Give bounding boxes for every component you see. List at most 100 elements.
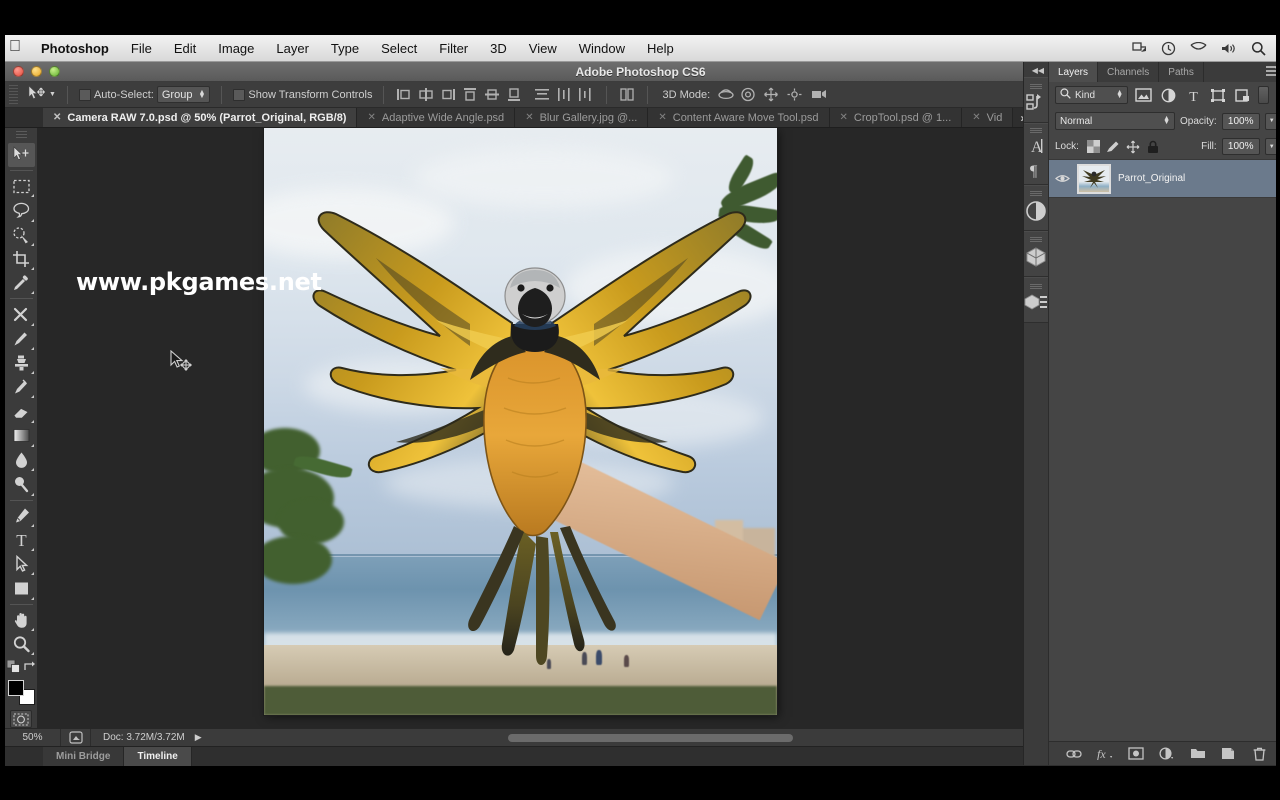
zoom-window-button[interactable] <box>49 66 60 77</box>
close-icon[interactable]: ✕ <box>367 112 375 123</box>
collapse-panels-icon[interactable]: ◀◀ <box>1024 64 1048 77</box>
layer-row-parrot-original[interactable]: Parrot_Original <box>1049 160 1280 198</box>
document-tab-croptool[interactable]: ✕ CropTool.psd @ 1... <box>830 108 963 127</box>
align-horizontal-centers-icon[interactable] <box>418 87 434 102</box>
filter-type-icon[interactable]: T <box>1183 86 1203 104</box>
canvas-hscroll-thumb[interactable] <box>508 734 793 742</box>
distribute-top-icon[interactable] <box>534 87 550 102</box>
blur-tool-icon[interactable] <box>8 448 35 472</box>
hand-tool-icon[interactable] <box>8 608 35 632</box>
active-tool-preset[interactable]: ▼ <box>22 85 61 105</box>
foreground-color-swatch[interactable] <box>8 680 24 696</box>
properties-icon[interactable] <box>1024 293 1048 316</box>
close-icon[interactable]: ✕ <box>840 112 848 123</box>
eye-icon[interactable] <box>1054 173 1070 184</box>
character-icon[interactable]: A <box>1025 137 1047 158</box>
scale-3d-camera-icon[interactable] <box>809 87 825 102</box>
crop-tool-icon[interactable] <box>8 247 35 271</box>
panel-dock-properties[interactable] <box>1024 277 1048 323</box>
menu-item-photoshop[interactable]: Photoshop <box>30 35 120 62</box>
rectangle-tool-icon[interactable] <box>8 576 35 600</box>
tab-mini-bridge[interactable]: Mini Bridge <box>43 747 124 766</box>
document-artboard[interactable] <box>264 128 777 715</box>
volume-icon[interactable] <box>1221 42 1237 55</box>
distribute-vertical-center-icon[interactable] <box>556 87 572 102</box>
pen-tool-icon[interactable] <box>8 504 35 528</box>
filter-pixel-icon[interactable] <box>1133 86 1153 104</box>
filter-toggle-icon[interactable] <box>1258 86 1269 104</box>
rectangular-marquee-tool-icon[interactable] <box>8 174 35 198</box>
history-brush-tool-icon[interactable] <box>8 375 35 399</box>
menu-item-image[interactable]: Image <box>207 35 265 62</box>
panel-dock-3d[interactable] <box>1024 231 1048 277</box>
slide-3d-icon[interactable] <box>786 87 802 102</box>
quick-mask-mode-icon[interactable] <box>10 710 32 728</box>
quick-selection-tool-icon[interactable] <box>8 223 35 247</box>
close-window-button[interactable] <box>13 66 24 77</box>
drag-3d-icon[interactable] <box>763 87 779 102</box>
layer-style-fx-icon[interactable]: fx <box>1096 746 1114 762</box>
document-tab-vid[interactable]: ✕ Vid <box>962 108 1013 127</box>
zoom-tool-icon[interactable] <box>8 632 35 656</box>
layer-filter-kind-dropdown[interactable]: Kind ▲▼ <box>1055 86 1128 104</box>
close-icon[interactable]: ✕ <box>658 112 666 123</box>
lasso-tool-icon[interactable] <box>8 198 35 222</box>
minimize-window-button[interactable] <box>31 66 42 77</box>
tab-paths[interactable]: Paths <box>1159 62 1204 82</box>
zoom-level[interactable]: 50% <box>5 729 61 746</box>
spotlight-search-icon[interactable] <box>1251 41 1266 56</box>
panel-dock-adjustments[interactable] <box>1024 185 1048 231</box>
layer-list[interactable]: Parrot_Original <box>1049 159 1280 741</box>
align-right-edges-icon[interactable] <box>440 87 456 102</box>
lock-image-pixels-icon[interactable] <box>1106 139 1121 154</box>
menu-item-help[interactable]: Help <box>636 35 685 62</box>
document-tab-content-aware-move[interactable]: ✕ Content Aware Move Tool.psd <box>648 108 829 127</box>
document-thumbnail-icon[interactable] <box>61 729 91 746</box>
opacity-value[interactable]: 100% <box>1222 113 1260 130</box>
auto-align-layers-icon[interactable] <box>619 87 635 102</box>
paragraph-icon[interactable]: ¶ <box>1026 161 1046 181</box>
menu-item-type[interactable]: Type <box>320 35 370 62</box>
blend-mode-dropdown[interactable]: Normal ▲▼ <box>1055 112 1175 130</box>
eraser-tool-icon[interactable] <box>8 399 35 423</box>
history-icon[interactable] <box>1025 93 1047 116</box>
close-icon[interactable]: ✕ <box>525 112 533 123</box>
add-layer-mask-icon[interactable] <box>1127 746 1145 762</box>
filter-adjustment-icon[interactable] <box>1158 86 1178 104</box>
chevron-down-icon[interactable]: ▼ <box>49 91 56 98</box>
document-tab-adaptive-wide-angle[interactable]: ✕ Adaptive Wide Angle.psd <box>357 108 515 127</box>
menu-item-3d[interactable]: 3D <box>479 35 518 62</box>
layer-thumbnail[interactable] <box>1077 164 1111 194</box>
align-vertical-centers-icon[interactable] <box>484 87 500 102</box>
lock-transparent-pixels-icon[interactable] <box>1086 139 1101 154</box>
new-group-icon[interactable] <box>1189 746 1207 762</box>
spot-healing-brush-tool-icon[interactable] <box>8 302 35 326</box>
fill-value[interactable]: 100% <box>1222 138 1260 155</box>
eyedropper-tool-icon[interactable] <box>8 271 35 295</box>
document-tab-camera-raw[interactable]: ✕ Camera RAW 7.0.psd @ 50% (Parrot_Origi… <box>43 108 357 127</box>
adjustments-icon[interactable] <box>1025 200 1047 225</box>
menu-item-window[interactable]: Window <box>568 35 636 62</box>
lock-all-icon[interactable] <box>1146 139 1161 154</box>
menu-item-view[interactable]: View <box>518 35 568 62</box>
color-swatches[interactable] <box>8 680 35 705</box>
new-adjustment-layer-icon[interactable] <box>1158 746 1176 762</box>
align-bottom-edges-icon[interactable] <box>506 87 522 102</box>
panel-dock-character-paragraph[interactable]: A ¶ <box>1024 123 1048 185</box>
gradient-tool-icon[interactable] <box>8 424 35 448</box>
status-expand-icon[interactable]: ▶ <box>185 732 202 743</box>
menu-item-select[interactable]: Select <box>370 35 428 62</box>
show-transform-checkbox[interactable] <box>233 89 245 101</box>
tab-channels[interactable]: Channels <box>1098 62 1159 82</box>
menu-item-file[interactable]: File <box>120 35 163 62</box>
align-top-edges-icon[interactable] <box>462 87 478 102</box>
time-machine-icon[interactable] <box>1161 41 1176 56</box>
swap-colors-icon[interactable] <box>23 660 36 676</box>
horizontal-type-tool-icon[interactable]: T <box>8 528 35 552</box>
screen-share-icon[interactable] <box>1132 41 1147 55</box>
wifi-icon[interactable] <box>1190 42 1207 54</box>
3d-panel-icon[interactable] <box>1025 246 1047 271</box>
auto-select-dropdown[interactable]: Group ▲▼ <box>157 86 211 103</box>
delete-layer-icon[interactable] <box>1250 746 1268 762</box>
tab-layers[interactable]: Layers <box>1049 62 1098 82</box>
